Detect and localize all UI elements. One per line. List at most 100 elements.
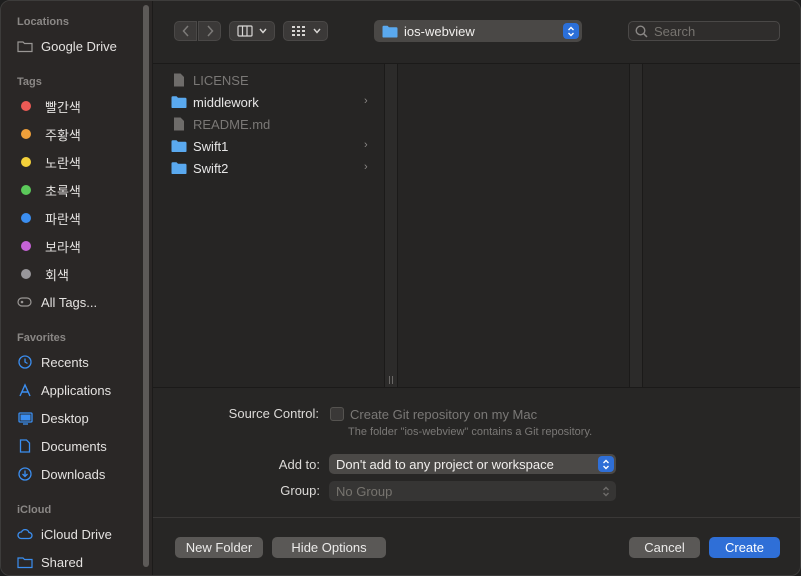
download-icon [17,466,33,482]
footer-divider [153,517,800,518]
folder-row[interactable]: Swift1 › [171,135,371,157]
folder-icon [171,140,187,152]
file-icon [174,73,184,87]
sidebar-item-applications[interactable]: Applications [17,379,141,401]
sidebar-item-downloads[interactable]: Downloads [17,463,141,485]
sidebar-item-recents[interactable]: Recents [17,351,141,373]
git-checkbox-label: Create Git repository on my Mac [350,407,538,422]
folder-row[interactable]: Swift2 › [171,157,371,179]
sidebar-item-label: 빨간색 [45,99,81,115]
back-button[interactable] [174,21,197,41]
chevron-right-icon: › [364,139,368,151]
sidebar-scrollbar[interactable] [143,5,149,567]
sidebar-tag-orange[interactable]: 주황색 [17,123,141,145]
grid-icon [291,26,305,36]
yellow-tag-dot-icon [21,157,31,167]
sidebar: Locations Google Drive Tags 빨간색 주황색 노란색 … [1,1,153,575]
resize-grip-icon [389,376,393,384]
sidebar-section-favorites: Favorites [17,332,66,344]
folder-icon [171,162,187,174]
tag-icon [17,294,33,310]
sidebar-item-desktop[interactable]: Desktop [17,407,141,429]
sidebar-item-label: Downloads [41,466,106,482]
applications-icon [17,382,33,398]
popup-stepper-icon [598,483,614,499]
gray-tag-dot-icon [21,269,31,279]
file-icon [174,117,184,131]
group-label: Group: [280,483,320,498]
purple-tag-dot-icon [21,241,31,251]
popup-stepper-icon [598,456,614,472]
folder-icon [382,25,398,37]
sidebar-item-label: Shared [41,554,83,570]
sidebar-item-icloud-drive[interactable]: iCloud Drive [17,523,141,545]
sidebar-item-label: Applications [41,382,112,398]
red-tag-dot-icon [21,101,31,111]
green-tag-dot-icon [21,185,31,195]
file-row[interactable]: README.md [171,113,371,135]
sidebar-tag-gray[interactable]: 회색 [17,263,141,285]
create-button[interactable]: Create [709,537,780,558]
group-button[interactable] [283,21,328,41]
sidebar-tag-blue[interactable]: 파란색 [17,207,141,229]
group-popup[interactable]: No Group [329,481,616,501]
desktop-icon [17,410,33,426]
file-name: LICENSE [193,72,249,88]
git-note: The folder "ios-webview" contains a Git … [348,426,593,438]
sidebar-item-label: 노란색 [45,155,81,171]
search-field[interactable]: Search [628,21,780,41]
sidebar-all-tags[interactable]: All Tags... [17,291,141,313]
sidebar-item-label: Recents [41,354,89,370]
git-repository-checkbox[interactable] [330,407,344,421]
save-dialog: Locations Google Drive Tags 빨간색 주황색 노란색 … [0,0,801,576]
view-mode-button[interactable] [229,21,275,41]
document-icon [17,438,33,454]
add-to-label: Add to: [278,457,320,472]
sidebar-tag-green[interactable]: 초록색 [17,179,141,201]
file-name: Swift2 [193,160,229,176]
column-resize-handle[interactable] [384,64,398,387]
popup-stepper-icon [563,23,579,39]
sidebar-tag-yellow[interactable]: 노란색 [17,151,141,173]
search-icon [635,24,648,38]
forward-button[interactable] [198,21,221,41]
sidebar-section-locations: Locations [17,16,69,28]
chevron-left-icon [181,25,189,37]
shared-folder-icon [17,554,33,570]
sidebar-section-icloud: iCloud [17,504,52,516]
sidebar-tag-purple[interactable]: 보라색 [17,235,141,257]
chevron-down-icon [259,28,267,34]
sidebar-item-label: 보라색 [45,239,81,255]
add-to-popup[interactable]: Don't add to any project or workspace [329,454,616,474]
new-folder-button[interactable]: New Folder [175,537,263,558]
folder-row[interactable]: middlework › [171,91,371,113]
path-popup[interactable]: ios-webview [374,20,582,42]
sidebar-item-google-drive[interactable]: Google Drive [17,35,141,57]
clock-icon [17,354,33,370]
file-name: README.md [193,116,271,132]
sidebar-tag-red[interactable]: 빨간색 [17,95,141,117]
sidebar-item-label: 파란색 [45,211,81,227]
file-browser: LICENSE middlework › README.md Swift1 › … [153,63,800,388]
sidebar-item-label: 초록색 [45,183,81,199]
sidebar-item-label: iCloud Drive [41,526,112,542]
group-value: No Group [336,483,393,499]
sidebar-item-label: 회색 [45,267,69,283]
chevron-right-icon [206,25,214,37]
chevron-right-icon: › [364,95,368,107]
file-row[interactable]: LICENSE [171,69,371,91]
blue-tag-dot-icon [21,213,31,223]
sidebar-item-shared[interactable]: Shared [17,551,141,573]
cancel-button[interactable]: Cancel [629,537,700,558]
hide-options-button[interactable]: Hide Options [272,537,386,558]
folder-icon [17,38,33,54]
source-control-label: Source Control: [228,406,319,421]
sidebar-item-label: All Tags... [41,294,98,310]
column-divider[interactable] [629,64,643,387]
chevron-down-icon [312,28,321,34]
sidebar-item-label: 주황색 [45,127,81,143]
sidebar-item-label: Documents [41,438,107,454]
path-popup-label: ios-webview [404,23,475,39]
sidebar-item-documents[interactable]: Documents [17,435,141,457]
orange-tag-dot-icon [21,129,31,139]
